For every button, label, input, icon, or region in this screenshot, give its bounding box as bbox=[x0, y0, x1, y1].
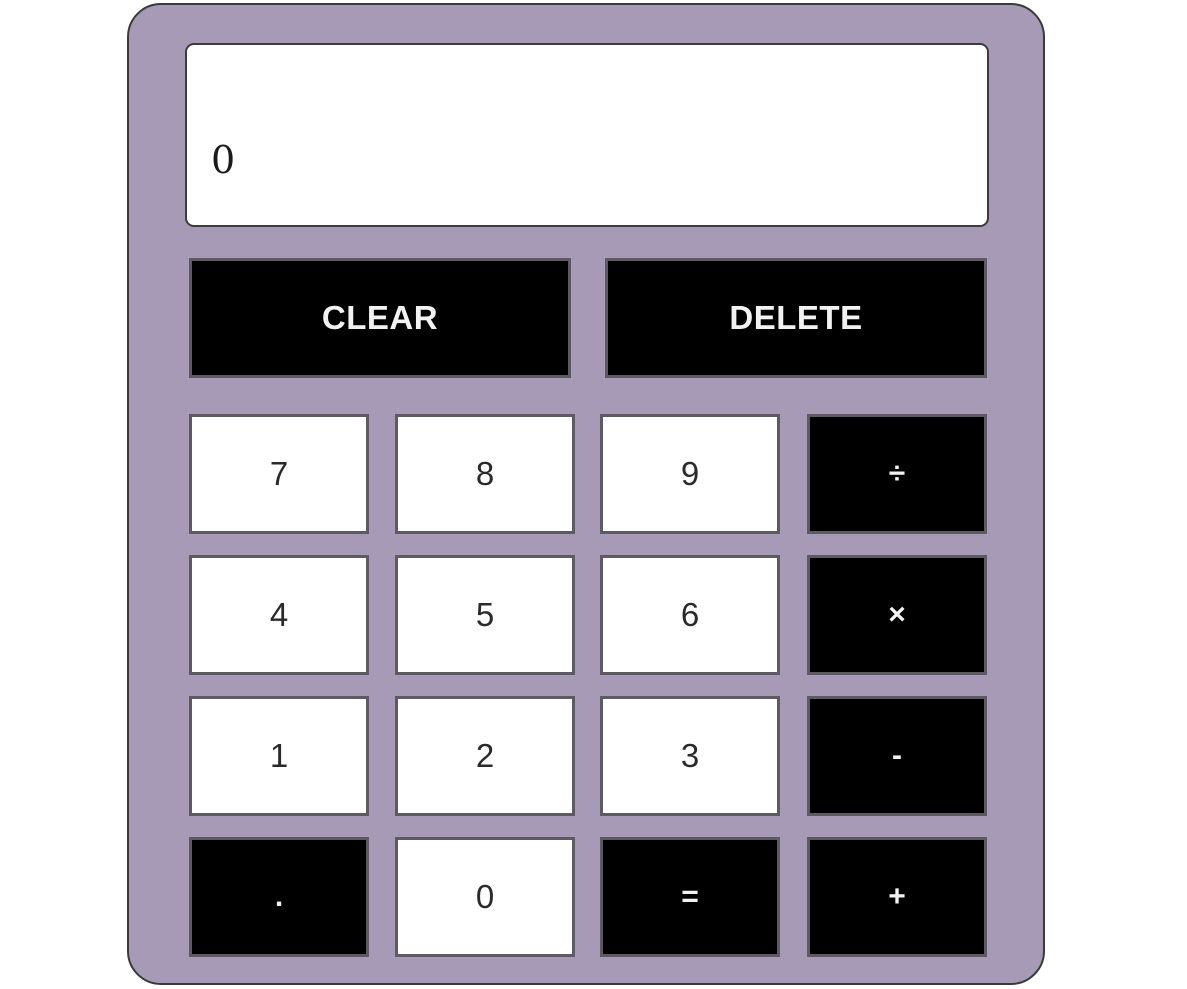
key-3-button[interactable]: 3 bbox=[600, 696, 780, 816]
delete-button-label: DELETE bbox=[729, 299, 863, 336]
key-9-button[interactable]: 9 bbox=[600, 414, 780, 534]
key-0-button[interactable]: 0 bbox=[395, 837, 575, 957]
equals-button[interactable]: = bbox=[600, 837, 780, 957]
display-value: 0 bbox=[211, 138, 236, 182]
key-1-button[interactable]: 1 bbox=[189, 696, 369, 816]
decimal-point-icon: . bbox=[274, 880, 284, 913]
calculator-display: 0 bbox=[185, 43, 989, 227]
plus-icon: + bbox=[888, 880, 906, 913]
key-7-button[interactable]: 7 bbox=[189, 414, 369, 534]
key-7-label: 7 bbox=[269, 455, 289, 492]
equals-icon: = bbox=[681, 880, 699, 913]
subtract-button[interactable]: - bbox=[807, 696, 987, 816]
clear-button-label: CLEAR bbox=[321, 299, 439, 336]
key-3-label: 3 bbox=[680, 737, 700, 774]
key-5-label: 5 bbox=[475, 596, 495, 633]
minus-icon: - bbox=[892, 739, 902, 772]
divide-icon: ÷ bbox=[888, 457, 906, 490]
divide-button[interactable]: ÷ bbox=[807, 414, 987, 534]
key-2-label: 2 bbox=[475, 737, 495, 774]
key-1-label: 1 bbox=[269, 737, 289, 774]
add-button[interactable]: + bbox=[807, 837, 987, 957]
multiply-icon: × bbox=[888, 598, 906, 631]
key-9-label: 9 bbox=[680, 455, 700, 492]
calculator-body: 0 CLEAR DELETE 7 8 9 ÷ 4 5 6 × 1 2 3 - .… bbox=[127, 3, 1045, 985]
key-5-button[interactable]: 5 bbox=[395, 555, 575, 675]
clear-button[interactable]: CLEAR bbox=[189, 258, 571, 378]
key-6-button[interactable]: 6 bbox=[600, 555, 780, 675]
delete-button[interactable]: DELETE bbox=[605, 258, 987, 378]
key-2-button[interactable]: 2 bbox=[395, 696, 575, 816]
key-4-label: 4 bbox=[269, 596, 289, 633]
key-8-button[interactable]: 8 bbox=[395, 414, 575, 534]
multiply-button[interactable]: × bbox=[807, 555, 987, 675]
key-4-button[interactable]: 4 bbox=[189, 555, 369, 675]
decimal-button[interactable]: . bbox=[189, 837, 369, 957]
key-8-label: 8 bbox=[475, 455, 495, 492]
key-0-label: 0 bbox=[475, 878, 495, 915]
key-6-label: 6 bbox=[680, 596, 700, 633]
